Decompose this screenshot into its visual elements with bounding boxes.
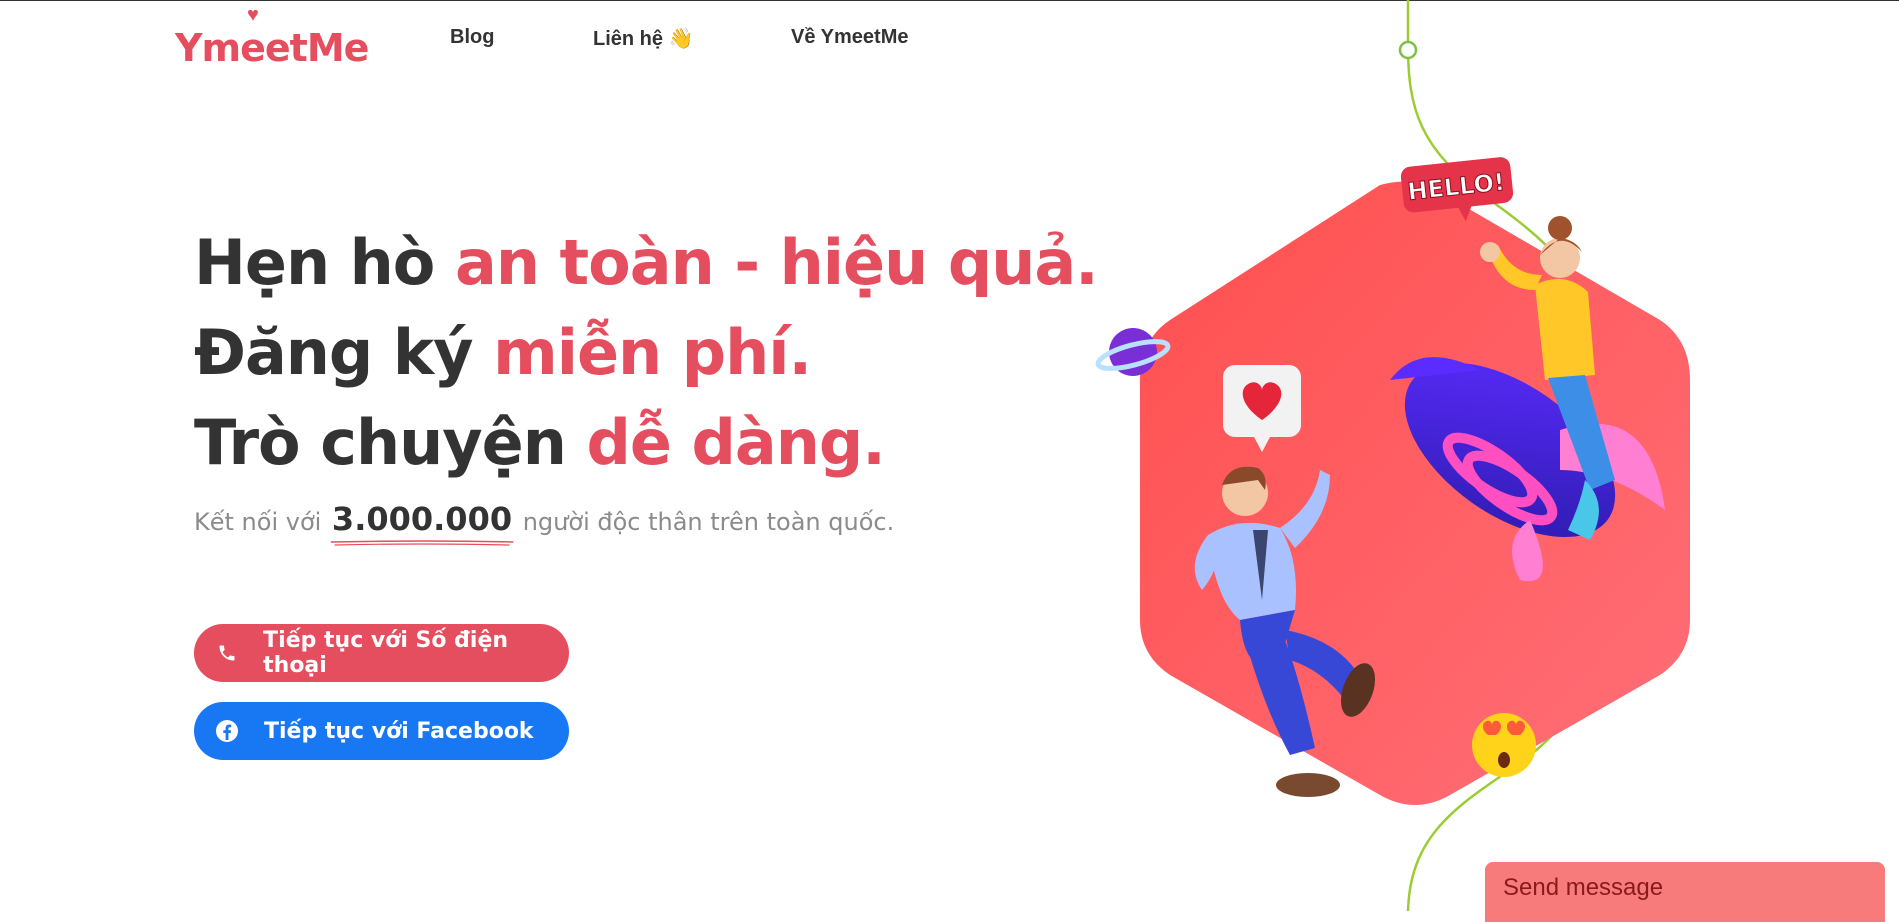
heart-eyes-emoji-icon <box>1472 713 1536 777</box>
headline-line-3-accent: dễ dàng. <box>586 406 885 479</box>
headline-line-3: Trò chuyện dễ dàng. <box>194 398 1098 488</box>
headline-line-1-plain: Hẹn hò <box>194 226 455 299</box>
phone-button-label: Tiếp tục với Số điện thoại <box>263 628 509 678</box>
logo[interactable]: YmeetMe ♥ <box>175 4 369 70</box>
line-node-icon <box>1398 40 1418 60</box>
send-message-label: Send message <box>1503 874 1664 901</box>
subline-suffix: người độc thân trên toàn quốc. <box>515 508 895 536</box>
phone-icon <box>214 640 239 666</box>
nav-item-blog[interactable]: Blog <box>450 26 494 49</box>
nav-item-about[interactable]: Về YmeetMe <box>791 26 908 49</box>
user-count: 3.000.000 <box>329 500 515 546</box>
continue-with-phone-button[interactable]: Tiếp tục với Số điện thoại <box>194 624 569 682</box>
headline-line-2: Đăng ký miễn phí. <box>194 308 1098 398</box>
facebook-icon <box>214 718 240 744</box>
continue-with-facebook-button[interactable]: Tiếp tục với Facebook <box>194 702 569 760</box>
nav-item-contact[interactable]: Liên hệ 👋 <box>593 26 693 51</box>
subline-prefix: Kết nối với <box>194 508 329 536</box>
hero-headline: Hẹn hò an toàn - hiệu quả. Đăng ký miễn … <box>194 218 1099 488</box>
headline-line-2-plain: Đăng ký <box>194 316 494 389</box>
hero-subline: Kết nối với 3.000.000 người độc thân trê… <box>194 500 895 546</box>
hero-illustration: HELLO! <box>1095 0 1690 911</box>
headline-line-2-accent: miễn phí. <box>493 316 812 389</box>
facebook-button-label: Tiếp tục với Facebook <box>264 718 534 744</box>
logo-text: YmeetMe <box>175 26 369 70</box>
headline-line-1-accent: an toàn - hiệu quả. <box>454 226 1099 299</box>
headline-line-1: Hẹn hò an toàn - hiệu quả. <box>194 218 1099 308</box>
user-count-value: 3.000.000 <box>331 500 513 538</box>
squiggle-underline-icon <box>330 540 514 546</box>
logo-heart-icon: ♥ <box>247 4 259 26</box>
headline-line-3-plain: Trò chuyện <box>194 406 587 479</box>
send-message-widget[interactable]: Send message <box>1485 862 1885 922</box>
